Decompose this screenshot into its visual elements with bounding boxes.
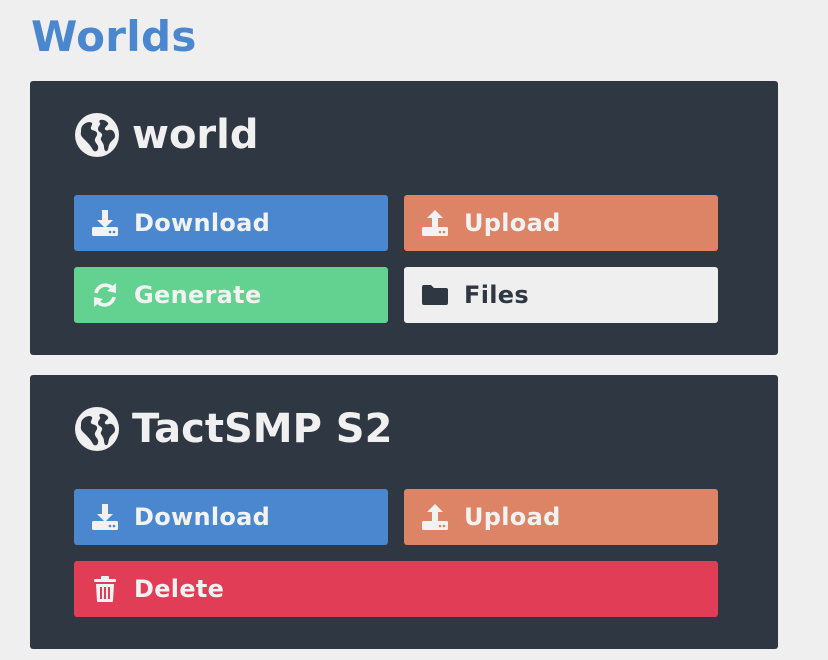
download-icon	[90, 502, 120, 532]
delete-button[interactable]: Delete	[74, 561, 718, 617]
sync-icon	[90, 280, 120, 310]
generate-button[interactable]: Generate	[74, 267, 388, 323]
files-button[interactable]: Files	[404, 267, 718, 323]
upload-icon	[420, 208, 450, 238]
world-title: TactSMP S2	[74, 403, 392, 455]
upload-button[interactable]: Upload	[404, 489, 718, 545]
upload-button-label: Upload	[464, 503, 561, 531]
upload-button-label: Upload	[464, 209, 561, 237]
download-button[interactable]: Download	[74, 489, 388, 545]
upload-icon	[420, 502, 450, 532]
globe-icon	[74, 406, 120, 452]
world-name: TactSMP S2	[132, 406, 393, 452]
trash-icon	[90, 574, 120, 604]
files-button-label: Files	[464, 281, 529, 309]
globe-icon	[74, 112, 120, 158]
generate-button-label: Generate	[134, 281, 262, 309]
worlds-page: Worlds world Download Upload Generate Fi…	[0, 0, 828, 660]
delete-button-label: Delete	[134, 575, 225, 603]
world-name: world	[132, 112, 259, 158]
download-button-label: Download	[134, 503, 271, 531]
page-title: Worlds	[31, 12, 197, 61]
folder-icon	[420, 280, 450, 310]
download-icon	[90, 208, 120, 238]
download-button-label: Download	[134, 209, 271, 237]
world-card: world Download Upload Generate Files	[30, 81, 778, 355]
world-card: TactSMP S2 Download Upload Delete	[30, 375, 778, 649]
download-button[interactable]: Download	[74, 195, 388, 251]
world-title: world	[74, 109, 259, 161]
upload-button[interactable]: Upload	[404, 195, 718, 251]
